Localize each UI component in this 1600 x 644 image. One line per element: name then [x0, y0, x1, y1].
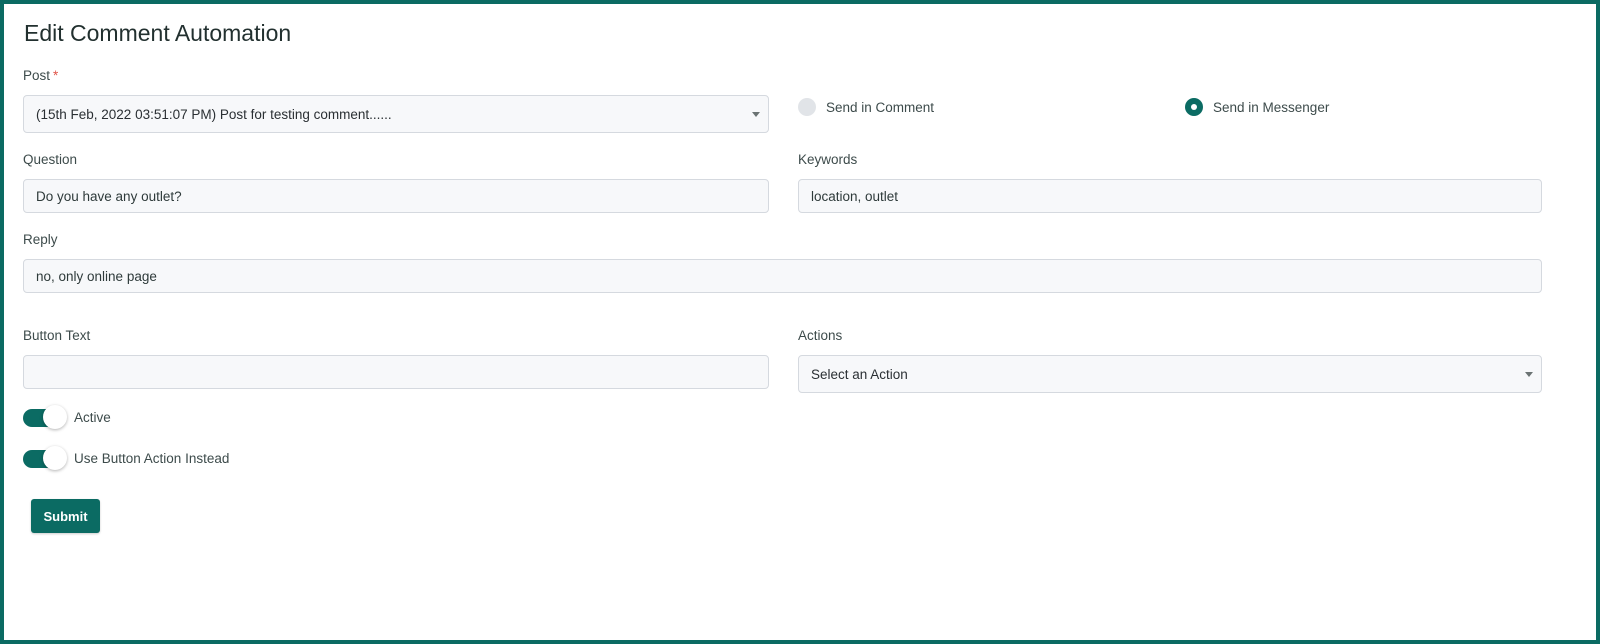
reply-input[interactable]: no, only online page	[23, 259, 1542, 293]
chevron-down-icon	[1525, 372, 1533, 377]
post-select[interactable]: (15th Feb, 2022 03:51:07 PM) Post for te…	[23, 95, 769, 133]
question-input[interactable]: Do you have any outlet?	[23, 179, 769, 213]
active-toggle[interactable]	[23, 405, 67, 429]
radio-send-in-messenger[interactable]: Send in Messenger	[1185, 98, 1329, 116]
post-label-text: Post	[23, 68, 51, 83]
radio-selected-icon	[1185, 98, 1203, 116]
reply-input-value: no, only online page	[36, 268, 157, 284]
button-text-input[interactable]	[23, 355, 769, 389]
actions-select-value: Select an Action	[811, 366, 908, 382]
radio-unselected-icon	[798, 98, 816, 116]
radio-send-in-comment[interactable]: Send in Comment	[798, 98, 934, 116]
use-button-action-toggle[interactable]	[23, 446, 67, 470]
actions-label: Actions	[798, 328, 843, 343]
keywords-label: Keywords	[798, 152, 858, 167]
question-label: Question	[23, 152, 78, 167]
button-text-label: Button Text	[23, 328, 91, 343]
actions-select[interactable]: Select an Action	[798, 355, 1542, 393]
chevron-down-icon	[752, 112, 760, 117]
toggle-knob	[43, 446, 67, 470]
active-toggle-label: Active	[74, 410, 111, 425]
radio-send-in-messenger-label: Send in Messenger	[1213, 99, 1330, 115]
page-frame: Edit Comment Automation Post * (15th Feb,…	[0, 0, 1600, 644]
page-title: Edit Comment Automation	[24, 20, 292, 46]
toggle-knob	[43, 405, 67, 429]
keywords-input-value: location, outlet	[811, 188, 899, 204]
radio-send-in-comment-label: Send in Comment	[826, 99, 935, 115]
submit-button[interactable]: Submit	[31, 499, 100, 533]
post-select-value: (15th Feb, 2022 03:51:07 PM) Post for te…	[36, 106, 392, 122]
use-button-action-toggle-label: Use Button Action Instead	[74, 451, 230, 466]
question-input-value: Do you have any outlet?	[36, 188, 182, 204]
keywords-input[interactable]: location, outlet	[798, 179, 1542, 213]
post-label: Post *	[23, 68, 58, 83]
required-mark: *	[53, 68, 59, 83]
reply-label: Reply	[23, 232, 58, 247]
